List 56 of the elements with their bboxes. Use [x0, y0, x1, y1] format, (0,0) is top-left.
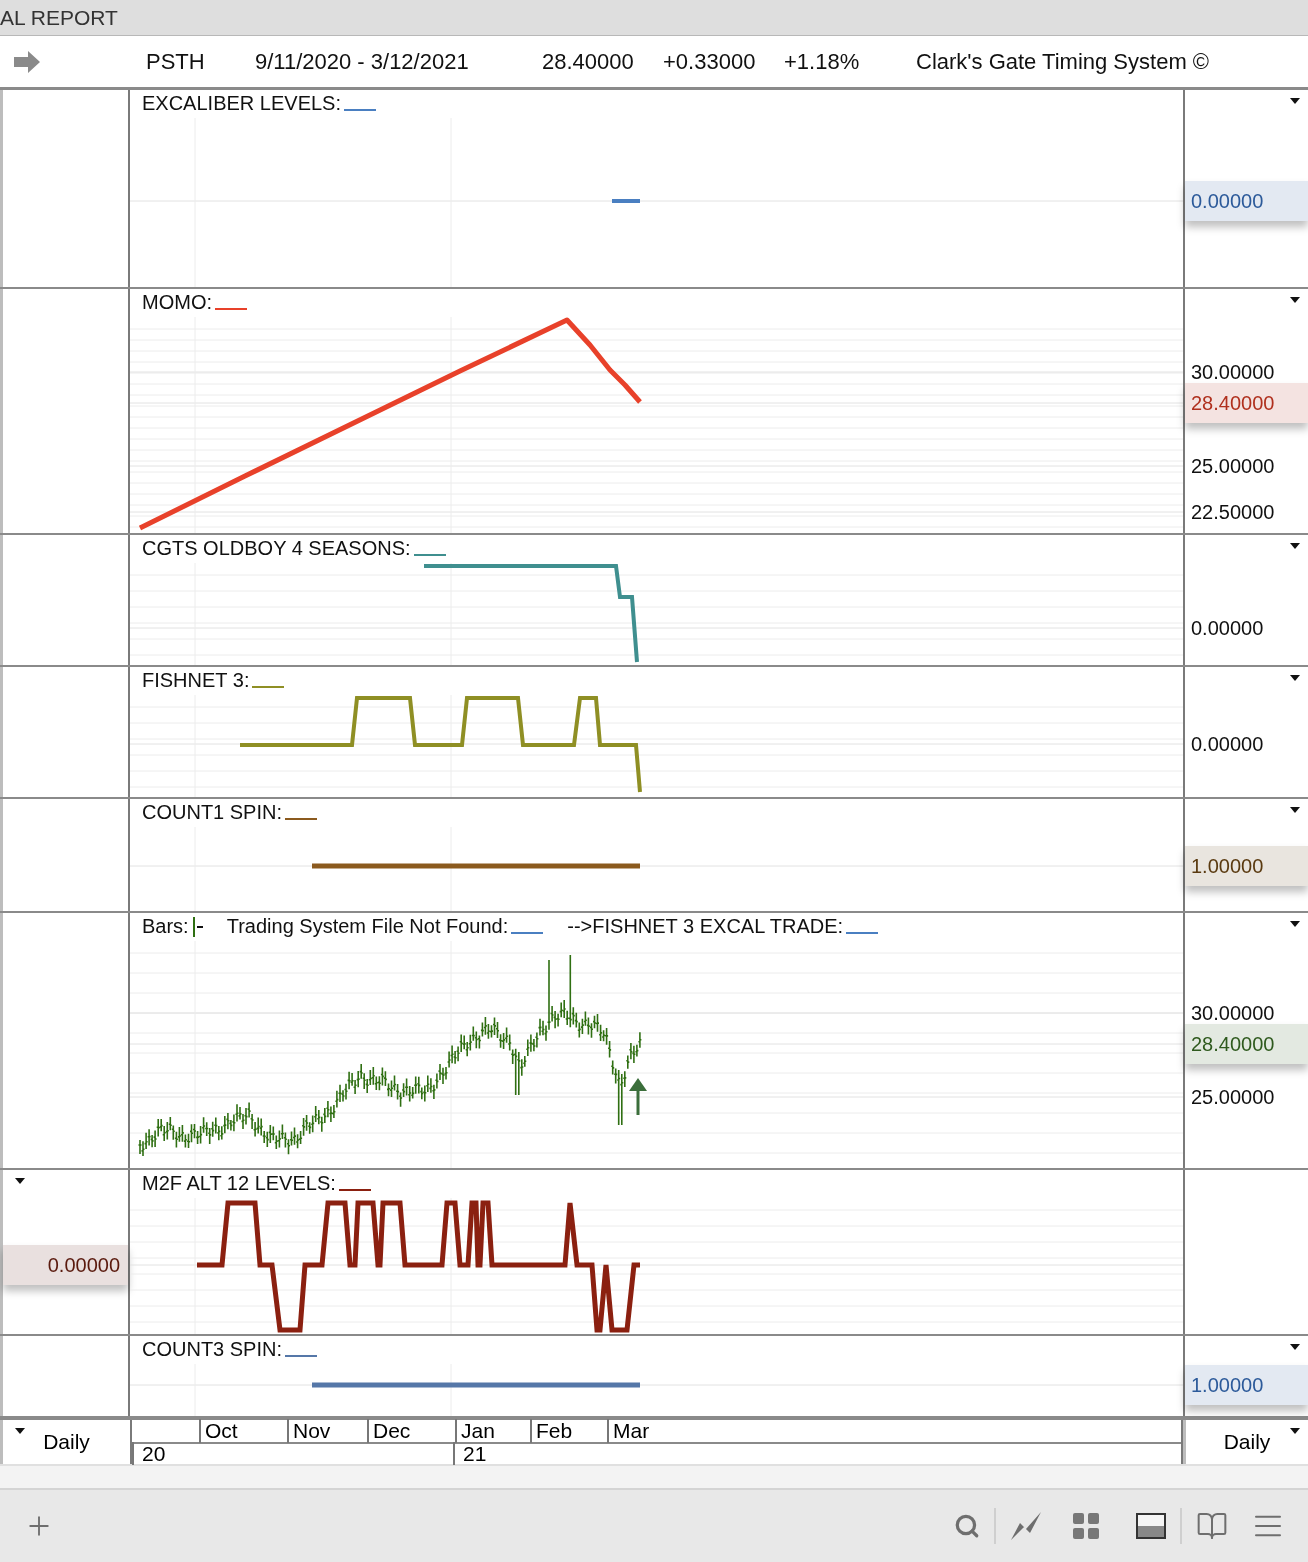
panel-title: MOMO: — [142, 291, 212, 314]
panel-title: CGTS OLDBOY 4 SEASONS: — [142, 537, 411, 560]
change-value: +0.33000 — [663, 48, 757, 75]
axis-label: 30.00000 — [1191, 360, 1275, 384]
badge-value: 1.00000 — [1191, 855, 1264, 877]
axis-label: 25.00000 — [1191, 1085, 1275, 1109]
panel-title: M2F ALT 12 LEVELS: — [142, 1172, 336, 1195]
badge-value: 0.00000 — [1191, 190, 1264, 212]
badge-value: 28.40000 — [1191, 392, 1275, 414]
panel-title: COUNT3 SPIN: — [142, 1338, 283, 1361]
caret-icon[interactable] — [1290, 675, 1300, 682]
panel-layout-button[interactable] — [1136, 1513, 1166, 1539]
caret-icon[interactable] — [1290, 297, 1300, 304]
panel-title: EXCALIBER LEVELS: — [142, 92, 341, 115]
badge-value: 1.00000 — [1191, 1374, 1264, 1396]
panel-title: COUNT1 SPIN: — [142, 801, 283, 824]
panel-title: Bars: — [142, 915, 189, 938]
axis-label: 22.50000 — [1191, 500, 1275, 524]
axis-label: 0.00000 — [1191, 616, 1264, 640]
window-title: AL REPORT — [0, 5, 118, 30]
caret-icon[interactable] — [1290, 921, 1300, 928]
panel-title: FISHNET 3: — [142, 669, 250, 692]
book-button[interactable] — [1196, 1510, 1228, 1542]
up-arrow-icon — [629, 1078, 647, 1115]
symbol-label: PSTH — [146, 48, 206, 75]
month-label: Dec — [367, 1419, 411, 1443]
month-label: Oct — [199, 1419, 238, 1443]
date-range: 9/11/2020 - 3/12/2021 — [255, 48, 470, 75]
caret-icon[interactable] — [1290, 1344, 1300, 1351]
percent-change: +1.18% — [784, 48, 861, 75]
caret-icon[interactable] — [15, 1428, 25, 1435]
month-label: Mar — [607, 1419, 650, 1443]
chart-line-button[interactable] — [1010, 1511, 1042, 1541]
level-mark — [612, 199, 640, 203]
axis-label: 0.00000 — [1191, 732, 1264, 756]
arrow-right-icon[interactable] — [13, 49, 41, 74]
interval-label: Daily — [1223, 1430, 1271, 1454]
axis-label: 25.00000 — [1191, 454, 1275, 478]
panel-title: -->FISHNET 3 EXCAL TRADE: — [567, 915, 844, 938]
caret-icon[interactable] — [1290, 98, 1300, 105]
caret-icon[interactable] — [1290, 807, 1300, 814]
search-button[interactable] — [954, 1513, 980, 1539]
caret-icon[interactable] — [15, 1178, 25, 1185]
badge-value: 0.00000 — [47, 1254, 120, 1276]
system-name: Clark's Gate Timing System © — [916, 48, 1211, 75]
month-label: Feb — [530, 1419, 573, 1443]
badge-value: 28.40000 — [1191, 1033, 1275, 1055]
price-value: 28.40000 — [542, 48, 635, 75]
caret-icon[interactable] — [1290, 543, 1300, 550]
axis-label: 30.00000 — [1191, 1001, 1275, 1025]
month-label: Jan — [455, 1419, 495, 1443]
month-label: Nov — [287, 1419, 331, 1443]
grid-layout-button[interactable] — [1072, 1512, 1100, 1540]
caret-icon[interactable] — [1290, 1428, 1300, 1435]
interval-label: Daily — [43, 1430, 90, 1454]
panel-title: Trading System File Not Found: — [226, 915, 509, 938]
